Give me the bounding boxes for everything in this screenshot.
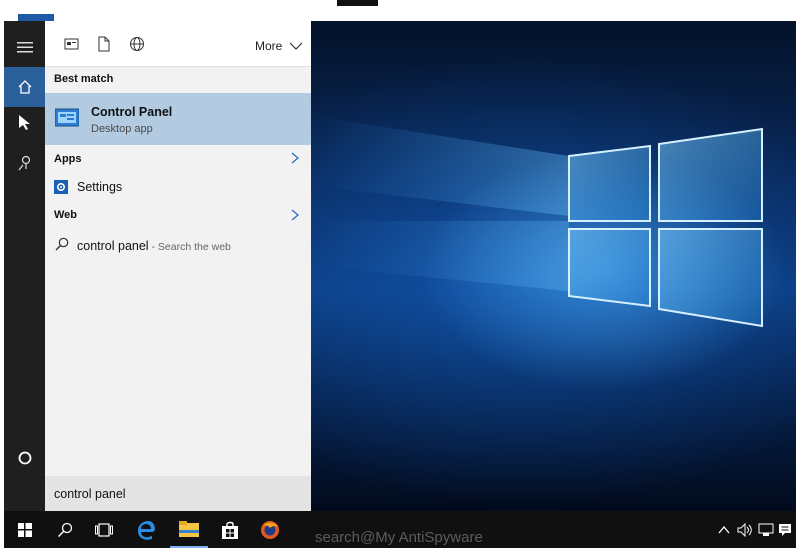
filter-bar: More <box>45 21 311 67</box>
settings-label: Settings <box>77 180 123 194</box>
watermark-text: search@My AntiSpyware <box>315 529 483 546</box>
hamburger-icon <box>16 42 33 53</box>
notebook-icon <box>18 115 30 130</box>
apps-chevron-right-icon[interactable] <box>291 152 299 164</box>
web-result-query: control panel <box>77 239 149 253</box>
top-edge-mark <box>337 0 378 6</box>
apps-filter-icon[interactable] <box>64 36 80 52</box>
chevron-up-icon <box>718 525 730 533</box>
feedback-button[interactable] <box>4 143 45 183</box>
notebook-button[interactable] <box>4 103 45 143</box>
circle-icon <box>18 451 31 465</box>
apps-heading: Apps <box>54 153 82 165</box>
network-button[interactable] <box>756 511 776 548</box>
search-input[interactable]: control panel <box>54 487 126 501</box>
task-view-button[interactable] <box>86 511 122 548</box>
settings-icon <box>54 180 68 194</box>
best-match-item[interactable]: Control Panel Desktop app <box>45 93 311 145</box>
best-match-title: Control Panel <box>91 105 173 119</box>
chevron-down-icon <box>289 42 303 50</box>
start-rail <box>4 21 45 511</box>
volume-icon <box>737 522 752 537</box>
cortana-button[interactable] <box>4 438 45 478</box>
firefox-button[interactable] <box>252 511 288 548</box>
best-match-subtitle: Desktop app <box>91 123 153 135</box>
web-result-suffix: - Search the web <box>148 241 231 253</box>
settings-item[interactable]: Settings <box>45 176 311 200</box>
action-center-icon <box>779 523 791 536</box>
action-center-button[interactable] <box>776 511 794 548</box>
web-result-item[interactable]: control panel - Search the web <box>45 233 311 257</box>
store-button[interactable] <box>212 511 248 548</box>
search-icon <box>55 237 69 251</box>
windows-start-icon <box>18 522 32 537</box>
search-icon <box>57 522 73 537</box>
tray-chevron-button[interactable] <box>716 511 732 548</box>
file-explorer-button[interactable] <box>170 511 208 548</box>
firefox-icon <box>261 520 279 539</box>
network-icon <box>758 523 774 536</box>
start-button[interactable] <box>8 511 42 548</box>
more-label: More <box>255 39 283 53</box>
search-taskbar-button[interactable] <box>48 511 82 548</box>
store-icon <box>222 521 238 539</box>
home-button[interactable] <box>4 67 45 107</box>
documents-filter-icon[interactable] <box>96 36 112 52</box>
volume-button[interactable] <box>735 511 755 548</box>
search-box[interactable]: control panel <box>45 476 311 511</box>
edge-button[interactable] <box>128 511 164 548</box>
control-panel-icon <box>55 108 79 127</box>
edge-icon <box>138 520 155 540</box>
web-heading: Web <box>54 209 78 221</box>
web-filter-icon[interactable] <box>129 36 145 52</box>
more-button[interactable]: More <box>255 39 303 53</box>
home-icon <box>18 80 31 94</box>
web-chevron-right-icon[interactable] <box>291 209 299 221</box>
file-explorer-icon <box>179 520 199 537</box>
best-match-heading: Best match <box>54 73 114 85</box>
hamburger-button[interactable] <box>4 27 45 67</box>
task-view-icon <box>95 522 113 537</box>
search-results-panel: More Best match Control Panel Desktop ap… <box>45 21 311 511</box>
feedback-icon <box>18 155 30 171</box>
